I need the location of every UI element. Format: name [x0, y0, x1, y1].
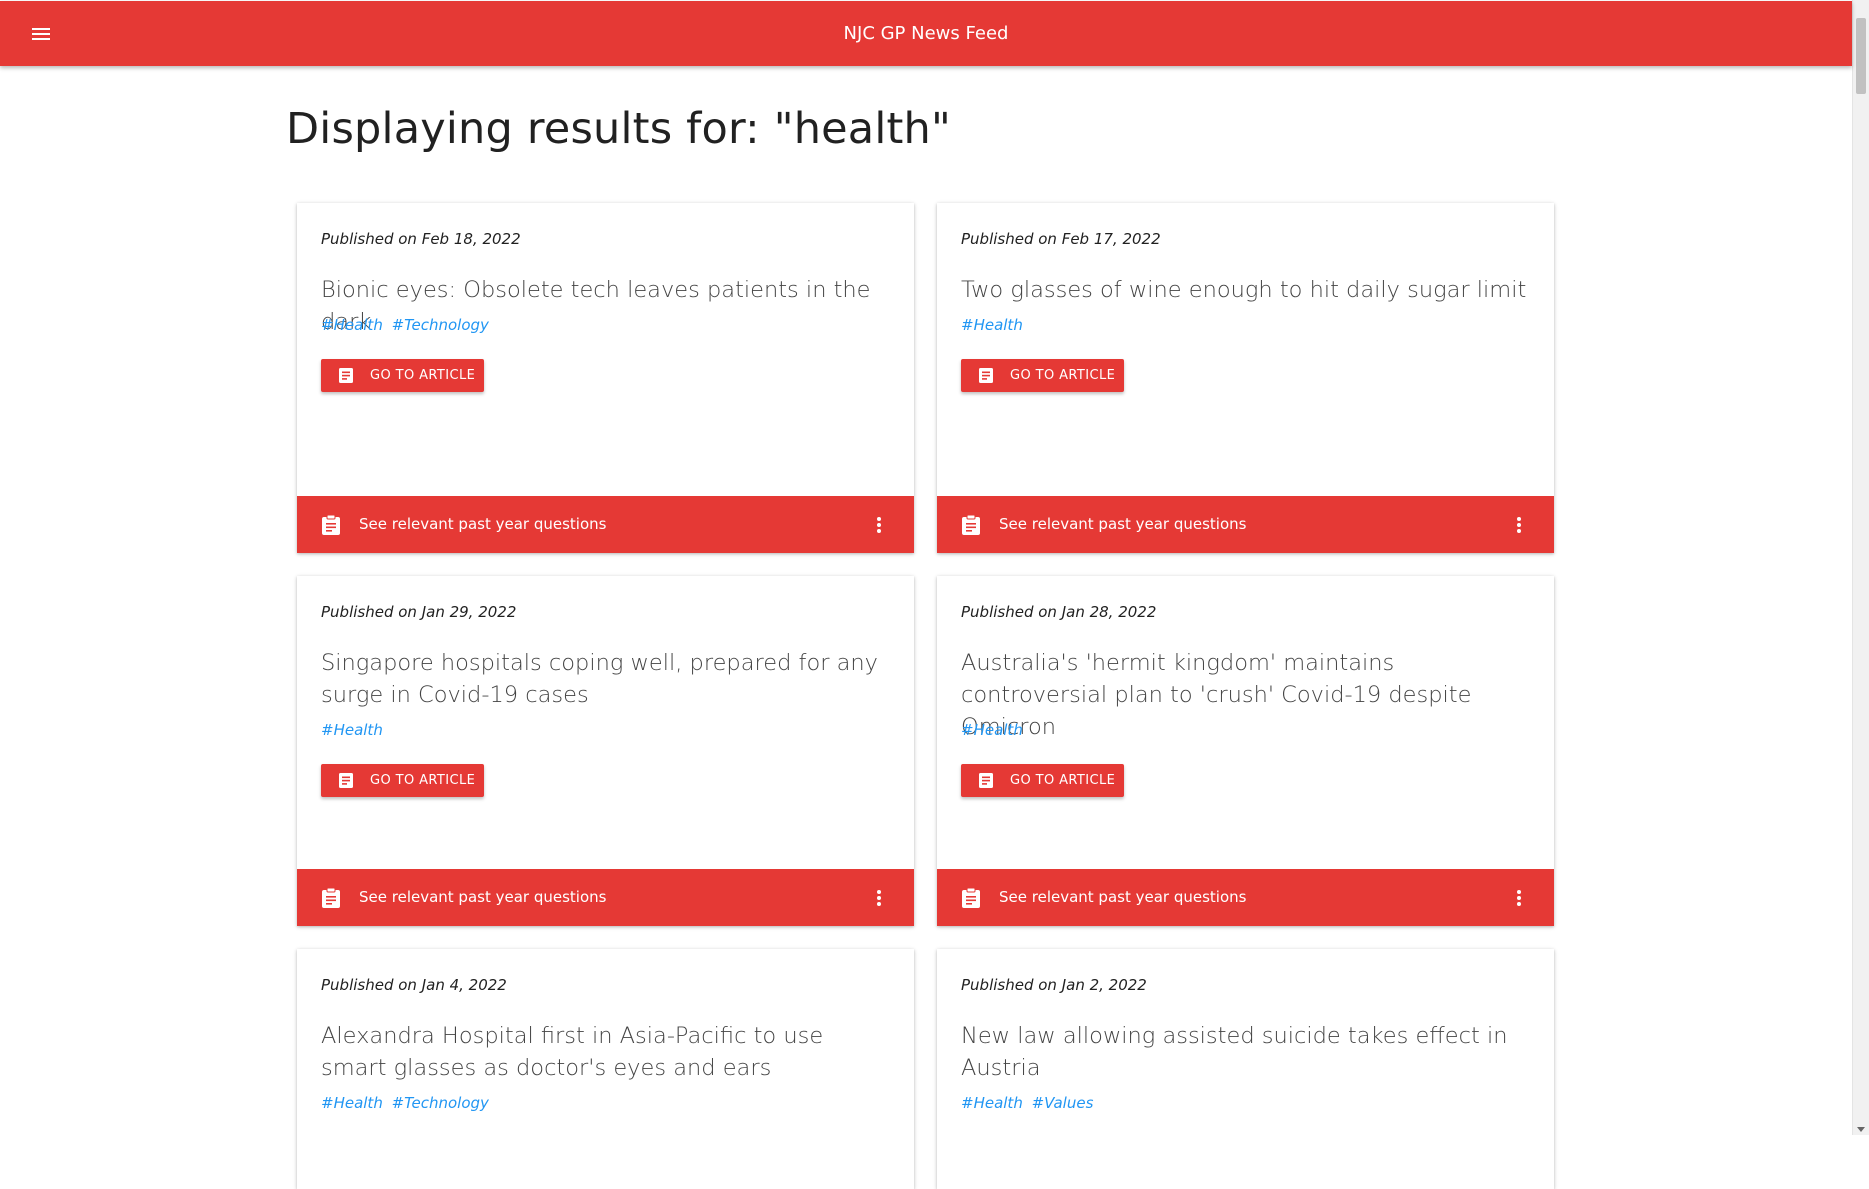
go-to-article-button[interactable]: GO TO ARTICLE	[321, 764, 484, 797]
published-date: Published on Jan 29, 2022	[321, 603, 517, 621]
clipboard-icon	[962, 888, 980, 908]
go-to-article-button[interactable]: GO TO ARTICLE	[961, 764, 1124, 797]
past-year-questions-label: See relevant past year questions	[999, 515, 1247, 533]
page-scrollbar[interactable]	[1852, 0, 1869, 1135]
go-to-article-button[interactable]: GO TO ARTICLE	[321, 359, 484, 392]
article-card: Published on Feb 18, 2022 Bionic eyes: O…	[297, 203, 914, 553]
published-date: Published on Jan 28, 2022	[961, 603, 1157, 621]
past-year-questions-bar[interactable]: See relevant past year questions	[937, 496, 1554, 553]
tag-link[interactable]: #Technology	[392, 1094, 489, 1112]
past-year-questions-bar[interactable]: See relevant past year questions	[297, 869, 914, 926]
article-icon	[979, 773, 993, 788]
past-year-questions-label: See relevant past year questions	[359, 515, 607, 533]
article-title: Two glasses of wine enough to hit daily …	[961, 277, 1527, 303]
app-title: NJC GP News Feed	[843, 23, 1009, 44]
tag-link[interactable]: #Health	[961, 721, 1023, 739]
article-card: Published on Jan 4, 2022 Alexandra Hospi…	[297, 949, 914, 1189]
tag-link[interactable]: #Health	[321, 1094, 383, 1112]
scroll-down-arrow-icon[interactable]	[1857, 1127, 1865, 1132]
past-year-questions-bar[interactable]: See relevant past year questions	[937, 869, 1554, 926]
tag-link[interactable]: #Values	[1032, 1094, 1094, 1112]
more-vert-icon[interactable]	[1514, 516, 1524, 534]
published-date: Published on Jan 4, 2022	[321, 976, 507, 994]
page-title: Displaying results for: "health"	[286, 104, 951, 154]
article-title: Australia's 'hermit kingdom' maintains c…	[961, 650, 1472, 740]
article-icon	[979, 368, 993, 383]
more-vert-icon[interactable]	[1514, 889, 1524, 907]
tag-list: #Health	[321, 721, 387, 739]
tag-link[interactable]: #Health	[321, 721, 383, 739]
article-title: New law allowing assisted suicide takes …	[961, 1023, 1508, 1081]
article-icon	[339, 773, 353, 788]
article-card: Published on Feb 17, 2022 Two glasses of…	[937, 203, 1554, 553]
tag-list: #Health #Values	[961, 1094, 1097, 1112]
go-to-article-button[interactable]: GO TO ARTICLE	[961, 359, 1124, 392]
published-date: Published on Feb 18, 2022	[321, 230, 521, 248]
article-title: Singapore hospitals coping well, prepare…	[321, 650, 878, 708]
app-bar: NJC GP News Feed	[0, 1, 1852, 66]
clipboard-icon	[962, 515, 980, 535]
tag-link[interactable]: #Health	[961, 1094, 1023, 1112]
article-icon	[339, 368, 353, 383]
go-to-article-label: GO TO ARTICLE	[370, 368, 476, 383]
go-to-article-label: GO TO ARTICLE	[1010, 773, 1116, 788]
tag-list: #Health #Technology	[321, 1094, 493, 1112]
tag-list: #Health	[961, 316, 1027, 334]
article-card: Published on Jan 29, 2022 Singapore hosp…	[297, 576, 914, 926]
past-year-questions-label: See relevant past year questions	[359, 888, 607, 906]
tag-link[interactable]: #Technology	[392, 316, 489, 334]
published-date: Published on Jan 2, 2022	[961, 976, 1147, 994]
tag-list: #Health #Technology	[321, 316, 493, 334]
tag-list: #Health	[961, 721, 1027, 739]
more-vert-icon[interactable]	[874, 889, 884, 907]
article-title: Alexandra Hospital first in Asia-Pacific…	[321, 1023, 824, 1081]
go-to-article-label: GO TO ARTICLE	[370, 773, 476, 788]
past-year-questions-label: See relevant past year questions	[999, 888, 1247, 906]
scrollbar-thumb[interactable]	[1856, 18, 1866, 94]
go-to-article-label: GO TO ARTICLE	[1010, 368, 1116, 383]
article-card: Published on Jan 2, 2022 New law allowin…	[937, 949, 1554, 1189]
more-vert-icon[interactable]	[874, 516, 884, 534]
clipboard-icon	[322, 515, 340, 535]
clipboard-icon	[322, 888, 340, 908]
published-date: Published on Feb 17, 2022	[961, 230, 1161, 248]
tag-link[interactable]: #Health	[321, 316, 383, 334]
tag-link[interactable]: #Health	[961, 316, 1023, 334]
past-year-questions-bar[interactable]: See relevant past year questions	[297, 496, 914, 553]
article-card: Published on Jan 28, 2022 Australia's 'h…	[937, 576, 1554, 926]
